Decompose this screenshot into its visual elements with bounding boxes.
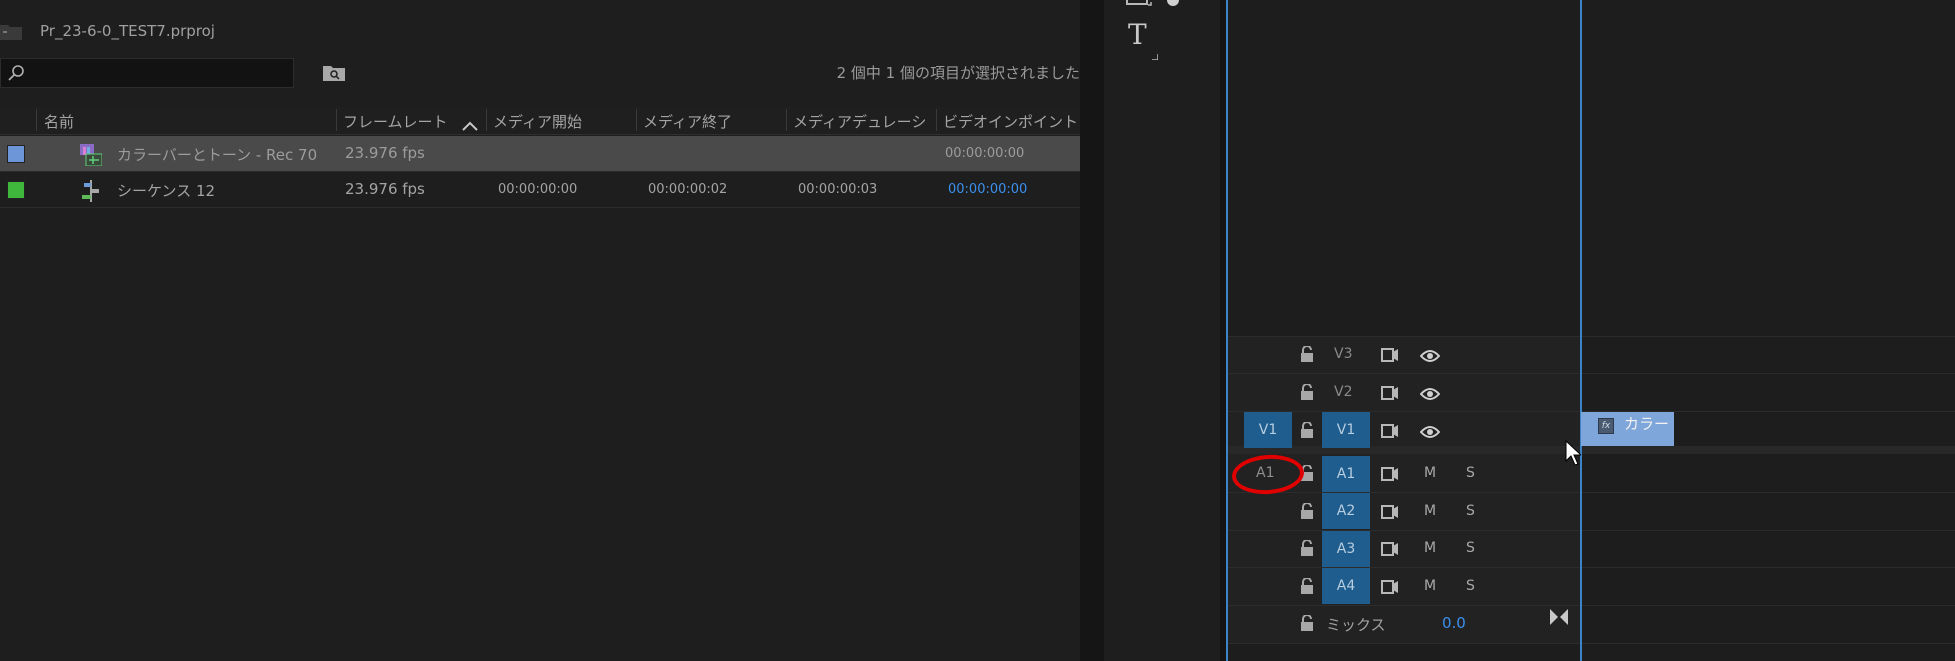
mute-button[interactable]: M <box>1424 465 1436 481</box>
clip-framerate: 23.976 fps <box>345 144 425 162</box>
project-panel: Pr_23-6-0_TEST7.prproj 2 個中 1 個の項目が選択されま… <box>0 0 1080 661</box>
lock-icon[interactable] <box>1300 539 1314 560</box>
solo-button[interactable]: S <box>1466 503 1475 519</box>
track-separator <box>1228 373 1955 374</box>
tools-panel: T <box>1104 0 1220 661</box>
track-target-a1[interactable]: A1 <box>1322 456 1370 492</box>
column-separator <box>636 109 637 131</box>
mouse-cursor-icon <box>1565 439 1583 470</box>
eye-icon[interactable] <box>1419 386 1441 405</box>
solo-button[interactable]: S <box>1466 540 1475 556</box>
lock-icon[interactable] <box>1300 345 1314 366</box>
playhead-line[interactable] <box>1580 0 1582 661</box>
track-target-a4[interactable]: A4 <box>1322 568 1370 604</box>
type-tool-corner-icon <box>1152 45 1159 64</box>
lock-icon[interactable] <box>1300 421 1314 442</box>
track-target-a3[interactable]: A3 <box>1322 531 1370 567</box>
column-media-duration[interactable]: メディアデュレーシ <box>793 111 926 132</box>
lock-icon[interactable] <box>1300 614 1314 635</box>
sequence-media-start: 00:00:00:00 <box>498 182 578 197</box>
panel-divider[interactable] <box>1080 0 1104 661</box>
type-tool-icon[interactable]: T <box>1128 18 1147 51</box>
table-row[interactable]: シーケンス 12 23.976 fps 00:00:00:00 00:00:00… <box>0 172 1080 208</box>
sequence-video-in-point: 00:00:00:00 <box>948 182 1028 197</box>
sync-lock-icon[interactable] <box>1381 579 1399 598</box>
rectangle-tool-icon[interactable] <box>1126 0 1152 12</box>
hand-tool-icon[interactable] <box>1164 0 1186 14</box>
sort-ascending-icon[interactable] <box>462 116 478 135</box>
label-color-swatch[interactable] <box>7 145 25 163</box>
project-title: Pr_23-6-0_TEST7.prproj <box>40 22 215 40</box>
search-icon <box>7 64 25 86</box>
lock-icon[interactable] <box>1300 502 1314 523</box>
sequence-media-duration: 00:00:00:03 <box>798 182 878 197</box>
column-video-in-point[interactable]: ビデオインポイント <box>943 111 1078 132</box>
sequence-name: シーケンス 12 <box>117 182 216 200</box>
sequence-media-end: 00:00:00:02 <box>648 182 728 197</box>
source-patch-v1[interactable]: V1 <box>1244 412 1292 448</box>
column-media-end[interactable]: メディア終了 <box>643 111 732 132</box>
clip-video-in-point: 00:00:00:00 <box>945 146 1025 161</box>
sequence-framerate: 23.976 fps <box>345 180 425 198</box>
sync-lock-icon[interactable] <box>1381 466 1399 485</box>
sync-lock-icon[interactable] <box>1381 504 1399 523</box>
timeline-left-edge-line <box>1226 0 1228 661</box>
track-label-v2[interactable]: V2 <box>1334 384 1352 400</box>
sync-lock-icon[interactable] <box>1381 541 1399 560</box>
mute-button[interactable]: M <box>1424 503 1436 519</box>
eye-icon[interactable] <box>1419 348 1441 367</box>
track-label-v3[interactable]: V3 <box>1334 346 1352 362</box>
sync-lock-icon[interactable] <box>1381 347 1399 366</box>
sync-lock-icon[interactable] <box>1381 423 1399 442</box>
solo-button[interactable]: S <box>1466 465 1475 481</box>
lock-icon[interactable] <box>1300 383 1314 404</box>
mix-track-label: ミックス <box>1326 616 1386 634</box>
mix-volume-value[interactable]: 0.0 <box>1442 614 1466 632</box>
column-separator <box>486 109 487 131</box>
mix-meter-icon[interactable] <box>1550 609 1568 629</box>
column-name[interactable]: 名前 <box>44 111 74 132</box>
clip-label: カラー <box>1624 415 1670 433</box>
eye-icon[interactable] <box>1419 424 1441 443</box>
column-separator <box>36 109 37 131</box>
column-framerate[interactable]: フレームレート <box>343 111 448 132</box>
clip-name: カラーバーとトーン - Rec 70 <box>117 146 318 164</box>
mute-button[interactable]: M <box>1424 540 1436 556</box>
column-separator <box>936 109 937 131</box>
column-header-row: 名前 フレームレート メディア開始 メディア終了 メディアデュレーシ ビデオイン… <box>0 106 1080 135</box>
track-separator <box>1228 643 1955 644</box>
column-media-start[interactable]: メディア開始 <box>493 111 582 132</box>
lock-icon[interactable] <box>1300 577 1314 598</box>
mute-button[interactable]: M <box>1424 578 1436 594</box>
table-row[interactable]: カラーバーとトーン - Rec 70 23.976 fps 00:00:00:0… <box>0 136 1080 172</box>
fx-badge-icon: fx <box>1598 418 1614 434</box>
track-target-v1[interactable]: V1 <box>1322 412 1370 448</box>
solo-button[interactable]: S <box>1466 578 1475 594</box>
folder-icon[interactable] <box>0 22 22 44</box>
column-separator <box>336 109 337 131</box>
track-target-a2[interactable]: A2 <box>1322 493 1370 529</box>
label-color-swatch[interactable] <box>7 181 25 199</box>
sync-lock-icon[interactable] <box>1381 385 1399 404</box>
color-bars-clip-icon <box>80 144 103 170</box>
new-search-bin-icon[interactable] <box>323 64 345 86</box>
track-separator <box>1228 605 1955 606</box>
search-input[interactable] <box>0 58 294 88</box>
track-separator <box>1228 336 1955 337</box>
selection-status: 2 個中 1 個の項目が選択されました <box>836 64 1080 82</box>
column-separator <box>786 109 787 131</box>
sequence-icon <box>80 180 102 206</box>
